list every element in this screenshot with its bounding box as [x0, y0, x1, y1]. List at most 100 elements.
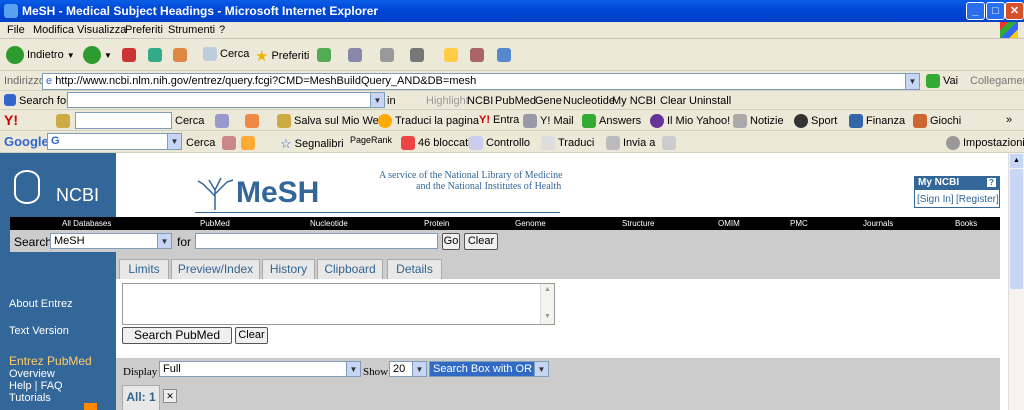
search-pubmed-button[interactable]: Search PubMed: [122, 327, 232, 344]
scroll-down-icon[interactable]: ▼: [544, 313, 551, 320]
myyahoo-button[interactable]: Il Mio Yahoo!: [650, 114, 730, 128]
sport-button[interactable]: Sport: [794, 114, 837, 128]
about-entrez-link[interactable]: About Entrez: [9, 298, 73, 310]
results-tab-all[interactable]: All: 1: [122, 385, 160, 410]
google-search-button[interactable]: Cerca: [186, 137, 215, 149]
register-link[interactable]: [Register]: [956, 194, 999, 205]
menu-help[interactable]: ?: [219, 24, 225, 36]
gene-link[interactable]: Gene: [535, 95, 562, 107]
links-label[interactable]: Collegamenti: [970, 75, 1024, 87]
calendar-icon[interactable]: [215, 114, 229, 128]
help-faq-link[interactable]: Help | FAQ: [9, 380, 63, 392]
go-button[interactable]: Go: [442, 233, 460, 250]
scroll-up-icon[interactable]: ▲: [544, 286, 551, 293]
menu-file[interactable]: File: [7, 24, 25, 36]
answers-button[interactable]: Answers: [582, 114, 641, 128]
scroll-up-icon[interactable]: ▲: [1010, 154, 1023, 168]
ncbi-search-input[interactable]: ▼: [67, 92, 385, 108]
login-button[interactable]: Y! Entra: [479, 114, 519, 126]
chevron-down-icon[interactable]: ▼: [167, 134, 181, 149]
stop-icon[interactable]: [122, 48, 136, 62]
chevron-down-icon[interactable]: ▼: [412, 362, 426, 376]
yahoo-search-button[interactable]: Cerca: [175, 115, 204, 127]
ymail-button[interactable]: Y! Mail: [523, 114, 574, 128]
close-button[interactable]: ✕: [1005, 2, 1024, 20]
menu-modifica[interactable]: Modifica: [33, 24, 74, 36]
translate-page-button[interactable]: Traduci la pagina: [378, 114, 479, 128]
send-to-button[interactable]: Invia a: [606, 136, 655, 150]
save-myweb-button[interactable]: Salva sul Mio Web: [277, 114, 385, 128]
address-input[interactable]: e http://www.ncbi.nlm.nih.gov/entrez/que…: [42, 73, 920, 90]
research-icon[interactable]: [470, 48, 484, 62]
minimize-button[interactable]: _: [966, 2, 985, 20]
ncbi-logo-text[interactable]: NCBI: [56, 185, 99, 206]
db-nucleotide[interactable]: Nucleotide: [310, 219, 348, 228]
tutorials-link[interactable]: Tutorials: [9, 392, 51, 404]
database-select[interactable]: MeSH ▼: [50, 233, 172, 249]
nucleotide-link[interactable]: Nucleotide: [563, 95, 615, 107]
clear-query-button[interactable]: Clear: [235, 327, 268, 344]
print-icon[interactable]: [380, 48, 394, 62]
db-books[interactable]: Books: [955, 219, 977, 228]
popup-blocker-button[interactable]: 46 bloccati: [401, 136, 471, 150]
signin-link[interactable]: [Sign In]: [917, 194, 954, 205]
pubmed-link[interactable]: PubMed: [495, 95, 536, 107]
page-scrollbar[interactable]: ▲: [1008, 153, 1024, 410]
news-icon[interactable]: [222, 136, 236, 150]
note-icon[interactable]: [444, 48, 458, 62]
favorites-button[interactable]: ★ Preferiti: [255, 47, 309, 65]
mail-icon[interactable]: [348, 48, 362, 62]
chevron-down-icon[interactable]: ▼: [534, 362, 548, 376]
google-search-input[interactable]: G ▼: [47, 133, 182, 150]
news-button[interactable]: Notizie: [733, 114, 784, 128]
tab-limits[interactable]: Limits: [119, 259, 169, 279]
apps-icon[interactable]: [241, 136, 255, 150]
go-button[interactable]: Vai: [926, 74, 958, 88]
history-icon[interactable]: [317, 48, 331, 62]
text-version-link[interactable]: Text Version: [9, 325, 69, 337]
menu-strumenti[interactable]: Strumenti: [168, 24, 215, 36]
highlight-button[interactable]: Highlight: [426, 95, 469, 107]
show-count-select[interactable]: 20 ▼: [389, 361, 427, 377]
maximize-button[interactable]: □: [986, 2, 1005, 20]
menu-visualizza[interactable]: Visualizza: [77, 24, 126, 36]
highlighter-icon[interactable]: [662, 136, 676, 150]
db-protein[interactable]: Protein: [424, 219, 449, 228]
tab-clipboard[interactable]: Clipboard: [317, 259, 383, 279]
db-genome[interactable]: Genome: [515, 219, 546, 228]
finance-button[interactable]: Finanza: [849, 114, 905, 128]
textarea-scrollbar[interactable]: ▲ ▼: [540, 284, 554, 324]
translate-button[interactable]: Traduci: [541, 136, 594, 150]
search-button[interactable]: Cerca: [203, 47, 249, 61]
tab-history[interactable]: History: [262, 259, 315, 279]
overview-link[interactable]: Overview: [9, 368, 55, 380]
chevron-right-icon[interactable]: »: [1006, 114, 1012, 126]
query-textarea[interactable]: ▲ ▼: [122, 283, 555, 325]
clear-link[interactable]: Clear: [660, 95, 686, 107]
refresh-icon[interactable]: [148, 48, 162, 62]
edit-icon[interactable]: [410, 48, 424, 62]
back-button[interactable]: Indietro ▼: [6, 46, 75, 64]
feed-icon[interactable]: [84, 403, 97, 410]
forward-button[interactable]: ▼: [83, 46, 112, 64]
send-to-select[interactable]: Search Box with OR ▼: [429, 361, 549, 377]
db-journals[interactable]: Journals: [863, 219, 893, 228]
db-structure[interactable]: Structure: [622, 219, 654, 228]
pencil-icon[interactable]: [56, 114, 70, 128]
tab-details[interactable]: Details: [387, 259, 442, 279]
settings-button[interactable]: Impostazioni: [946, 136, 1024, 150]
help-icon[interactable]: ?: [987, 178, 996, 187]
chevron-down-icon[interactable]: ▼: [905, 74, 919, 89]
target-icon[interactable]: [245, 114, 259, 128]
myncbi-link[interactable]: My NCBI: [612, 95, 656, 107]
term-input[interactable]: [195, 233, 438, 249]
db-all-databases[interactable]: All Databases: [62, 219, 111, 228]
chevron-down-icon[interactable]: ▼: [370, 93, 384, 107]
bookmarks-button[interactable]: ☆ Segnalibri: [280, 136, 344, 152]
games-button[interactable]: Giochi: [913, 114, 961, 128]
db-pubmed[interactable]: PubMed: [200, 219, 230, 228]
scroll-thumb[interactable]: [1010, 169, 1023, 289]
spellcheck-button[interactable]: Controllo: [469, 136, 530, 150]
messenger-icon[interactable]: [497, 48, 511, 62]
yahoo-search-input[interactable]: [75, 112, 172, 129]
